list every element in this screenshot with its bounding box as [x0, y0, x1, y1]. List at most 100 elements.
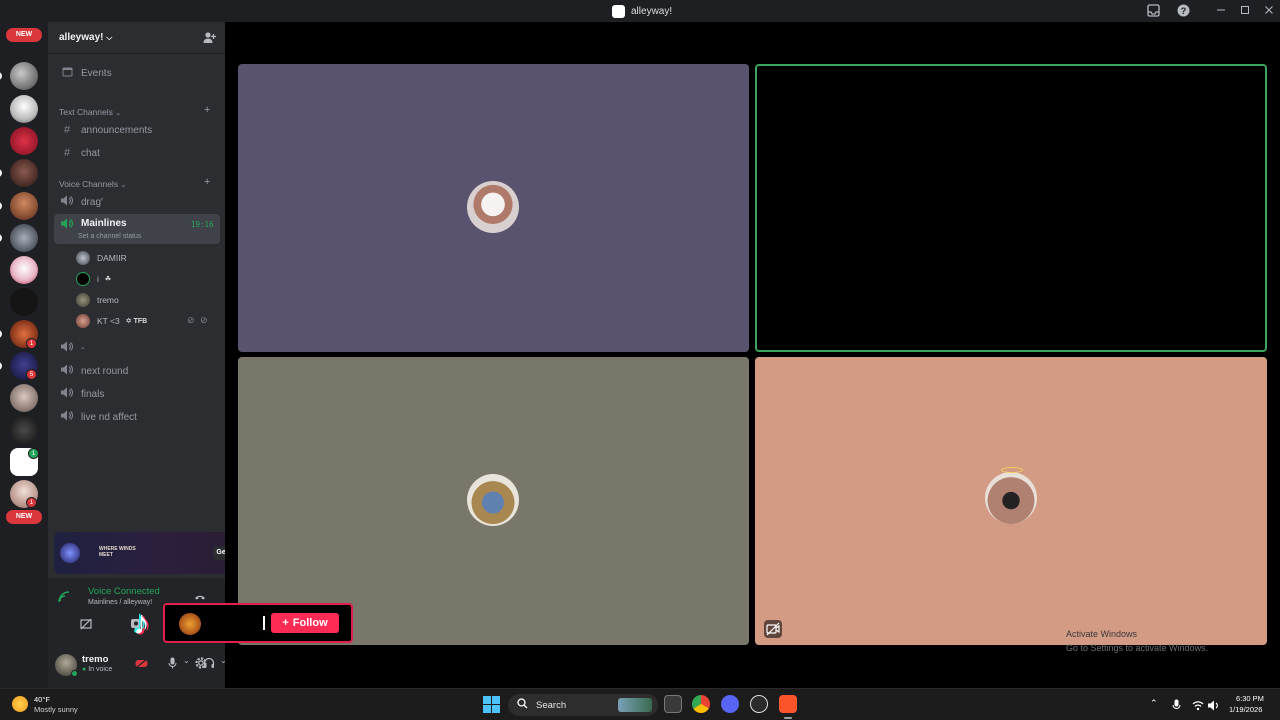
member-emoji-icon: ☘: [104, 276, 112, 283]
microphone-icon[interactable]: [166, 657, 178, 672]
participant-tile[interactable]: [238, 64, 749, 352]
unread-pip: [0, 234, 2, 242]
window-title-text: alleyway!: [631, 5, 673, 17]
member-tag-text: TFB: [133, 318, 148, 325]
promo-brand: WHERE WINDS MEET: [99, 546, 136, 558]
voice-category[interactable]: Voice Channels ⌄: [59, 179, 126, 189]
mic-options-chevron-icon[interactable]: ⌄: [183, 656, 190, 665]
clock-time[interactable]: 6:30 PM: [1236, 694, 1264, 703]
server-icon[interactable]: [10, 384, 38, 412]
events-item[interactable]: Events: [54, 63, 220, 83]
help-icon[interactable]: ?: [1176, 4, 1190, 18]
member-name: i: [97, 274, 99, 284]
inbox-icon[interactable]: [1146, 4, 1160, 18]
speaker-icon: [58, 364, 76, 378]
voice-status-icon: ●: [82, 666, 87, 673]
add-channel-icon[interactable]: +: [204, 176, 210, 188]
minimize-icon[interactable]: [1214, 4, 1228, 18]
voice-member[interactable]: i ☘: [76, 270, 111, 288]
server-icon[interactable]: [10, 62, 38, 90]
screen-share-icon[interactable]: [78, 618, 94, 633]
voice-channel-drag[interactable]: drag': [54, 192, 220, 212]
voice-member[interactable]: tremo: [76, 291, 119, 309]
channel-announcements[interactable]: # announcements: [54, 120, 220, 140]
volume-icon[interactable]: [1208, 698, 1220, 716]
voice-member[interactable]: DAMIIR: [76, 249, 127, 267]
server-icon[interactable]: [10, 256, 38, 284]
discord-icon[interactable]: [721, 695, 739, 713]
orb-icon: [60, 543, 80, 563]
speaker-icon: [58, 341, 76, 355]
task-view-icon[interactable]: [664, 695, 682, 713]
plus-icon: +: [282, 617, 289, 629]
voice-category-label: Voice Channels: [59, 179, 119, 189]
weather-desc[interactable]: Mostly sunny: [34, 705, 78, 714]
follow-button[interactable]: + Follow: [271, 613, 339, 633]
server-icon[interactable]: [10, 127, 38, 155]
voice-member[interactable]: KT <3 ✡ TFB ⊘ ⊘: [76, 312, 216, 330]
server-icon[interactable]: [10, 192, 38, 220]
unread-pip: [0, 330, 2, 338]
activation-title: Activate Windows: [1066, 629, 1138, 639]
signal-icon: [58, 590, 70, 608]
participant-avatar: [467, 181, 519, 233]
participant-tile[interactable]: [755, 357, 1267, 645]
hash-icon: #: [63, 147, 71, 159]
server-icon[interactable]: [10, 95, 38, 123]
server-icon[interactable]: [10, 416, 38, 444]
voice-channel-dash[interactable]: -: [54, 338, 220, 358]
unread-pip: [0, 202, 2, 210]
settings-gear-icon[interactable]: [194, 656, 208, 670]
voice-channel-finals[interactable]: finals: [54, 384, 220, 404]
guild-name[interactable]: alleyway! ⌵: [59, 32, 112, 43]
guild-header[interactable]: alleyway! ⌵: [48, 22, 225, 54]
server-icon[interactable]: [10, 159, 38, 187]
channel-chat[interactable]: # chat: [54, 143, 220, 163]
chrome-icon[interactable]: [692, 695, 710, 713]
tag-icon: ✡: [125, 318, 132, 325]
screen: alleyway! ? NEW 1 5 1 1 NEW alleyway! ⌵ …: [0, 0, 1280, 720]
invite-icon[interactable]: [203, 31, 216, 49]
deafen-icon: ⊘: [200, 315, 208, 325]
add-channel-icon[interactable]: +: [204, 104, 210, 116]
participant-avatar: [985, 472, 1037, 524]
voice-channel-next-round[interactable]: next round: [54, 361, 220, 381]
steam-icon[interactable]: [750, 695, 768, 713]
participant-tile-speaking[interactable]: [755, 64, 1267, 352]
voice-channel-live[interactable]: live nd affect: [54, 407, 220, 427]
channel-label: -: [81, 342, 85, 354]
close-icon[interactable]: [1262, 4, 1276, 18]
speaker-icon: [58, 387, 76, 401]
weather-icon[interactable]: [12, 696, 28, 712]
weather-temp[interactable]: 40°F: [34, 695, 50, 704]
video-off-icon[interactable]: [764, 620, 782, 638]
channel-status-link[interactable]: Set a channel status: [78, 233, 141, 240]
controller-icon[interactable]: [134, 658, 148, 672]
channel-label: announcements: [81, 124, 153, 136]
activation-watermark: Activate Windows Go to Settings to activ…: [1066, 627, 1208, 655]
brave-icon[interactable]: [779, 695, 797, 713]
username: tremo: [82, 654, 109, 665]
voice-channel-active[interactable]: Mainlines 19:16 Set a channel status: [54, 214, 220, 244]
wifi-icon[interactable]: [1192, 698, 1204, 716]
tray-mic-icon[interactable]: [1172, 698, 1181, 716]
tray-chevron-icon[interactable]: ⌃: [1150, 698, 1158, 709]
text-category[interactable]: Text Channels ⌄: [59, 107, 121, 117]
channel-label: chat: [81, 147, 100, 159]
clock-date[interactable]: 1/19/2026: [1229, 705, 1262, 714]
server-icon[interactable]: [10, 224, 38, 252]
taskbar-search[interactable]: Search: [508, 694, 658, 716]
taskbar: 40°F Mostly sunny Search ⌃ 6:30 PM 1/19/…: [0, 688, 1280, 720]
user-status: ● In voice: [82, 666, 112, 673]
mute-icon: ⊘: [187, 315, 195, 325]
app-logo-icon: [612, 4, 625, 18]
server-icon[interactable]: [10, 288, 38, 316]
mention-badge: 5: [26, 369, 37, 380]
server-rail: NEW 1 5 1 1 NEW: [0, 22, 48, 688]
channel-label: Mainlines: [81, 218, 127, 229]
search-icon: [517, 698, 528, 712]
maximize-icon[interactable]: [1238, 4, 1252, 18]
participant-avatar: [467, 474, 519, 526]
calendar-icon: [58, 66, 76, 80]
start-icon[interactable]: [483, 696, 500, 718]
